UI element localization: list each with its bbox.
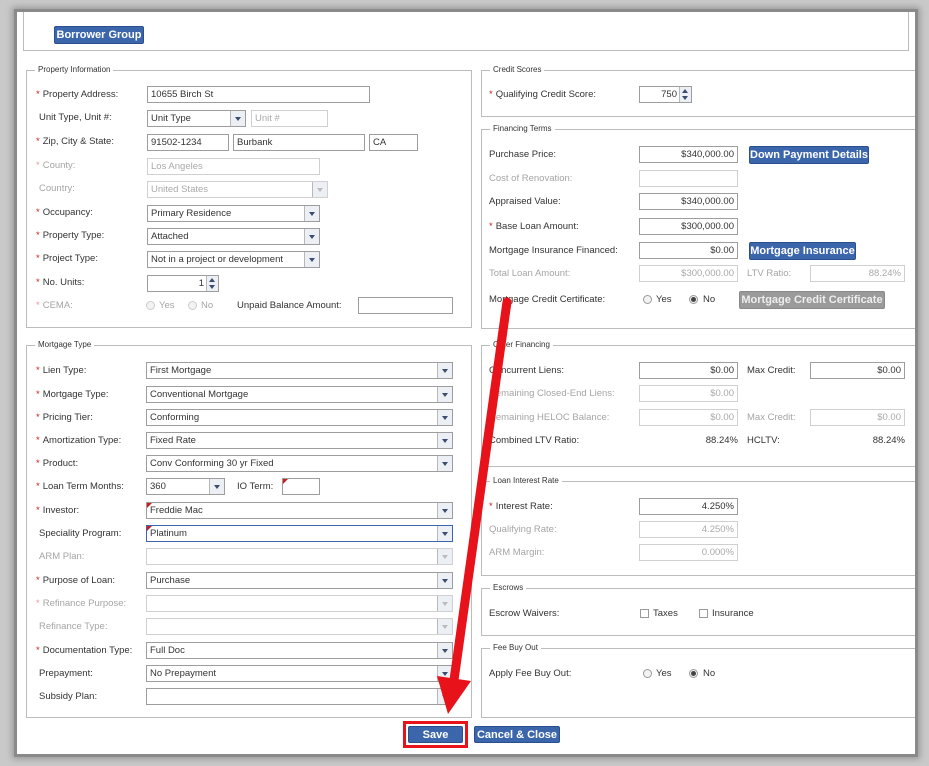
loan-form-window: Borrower Group Property Information * Pro… [14, 9, 918, 757]
annotation-arrow-icon [437, 297, 512, 714]
